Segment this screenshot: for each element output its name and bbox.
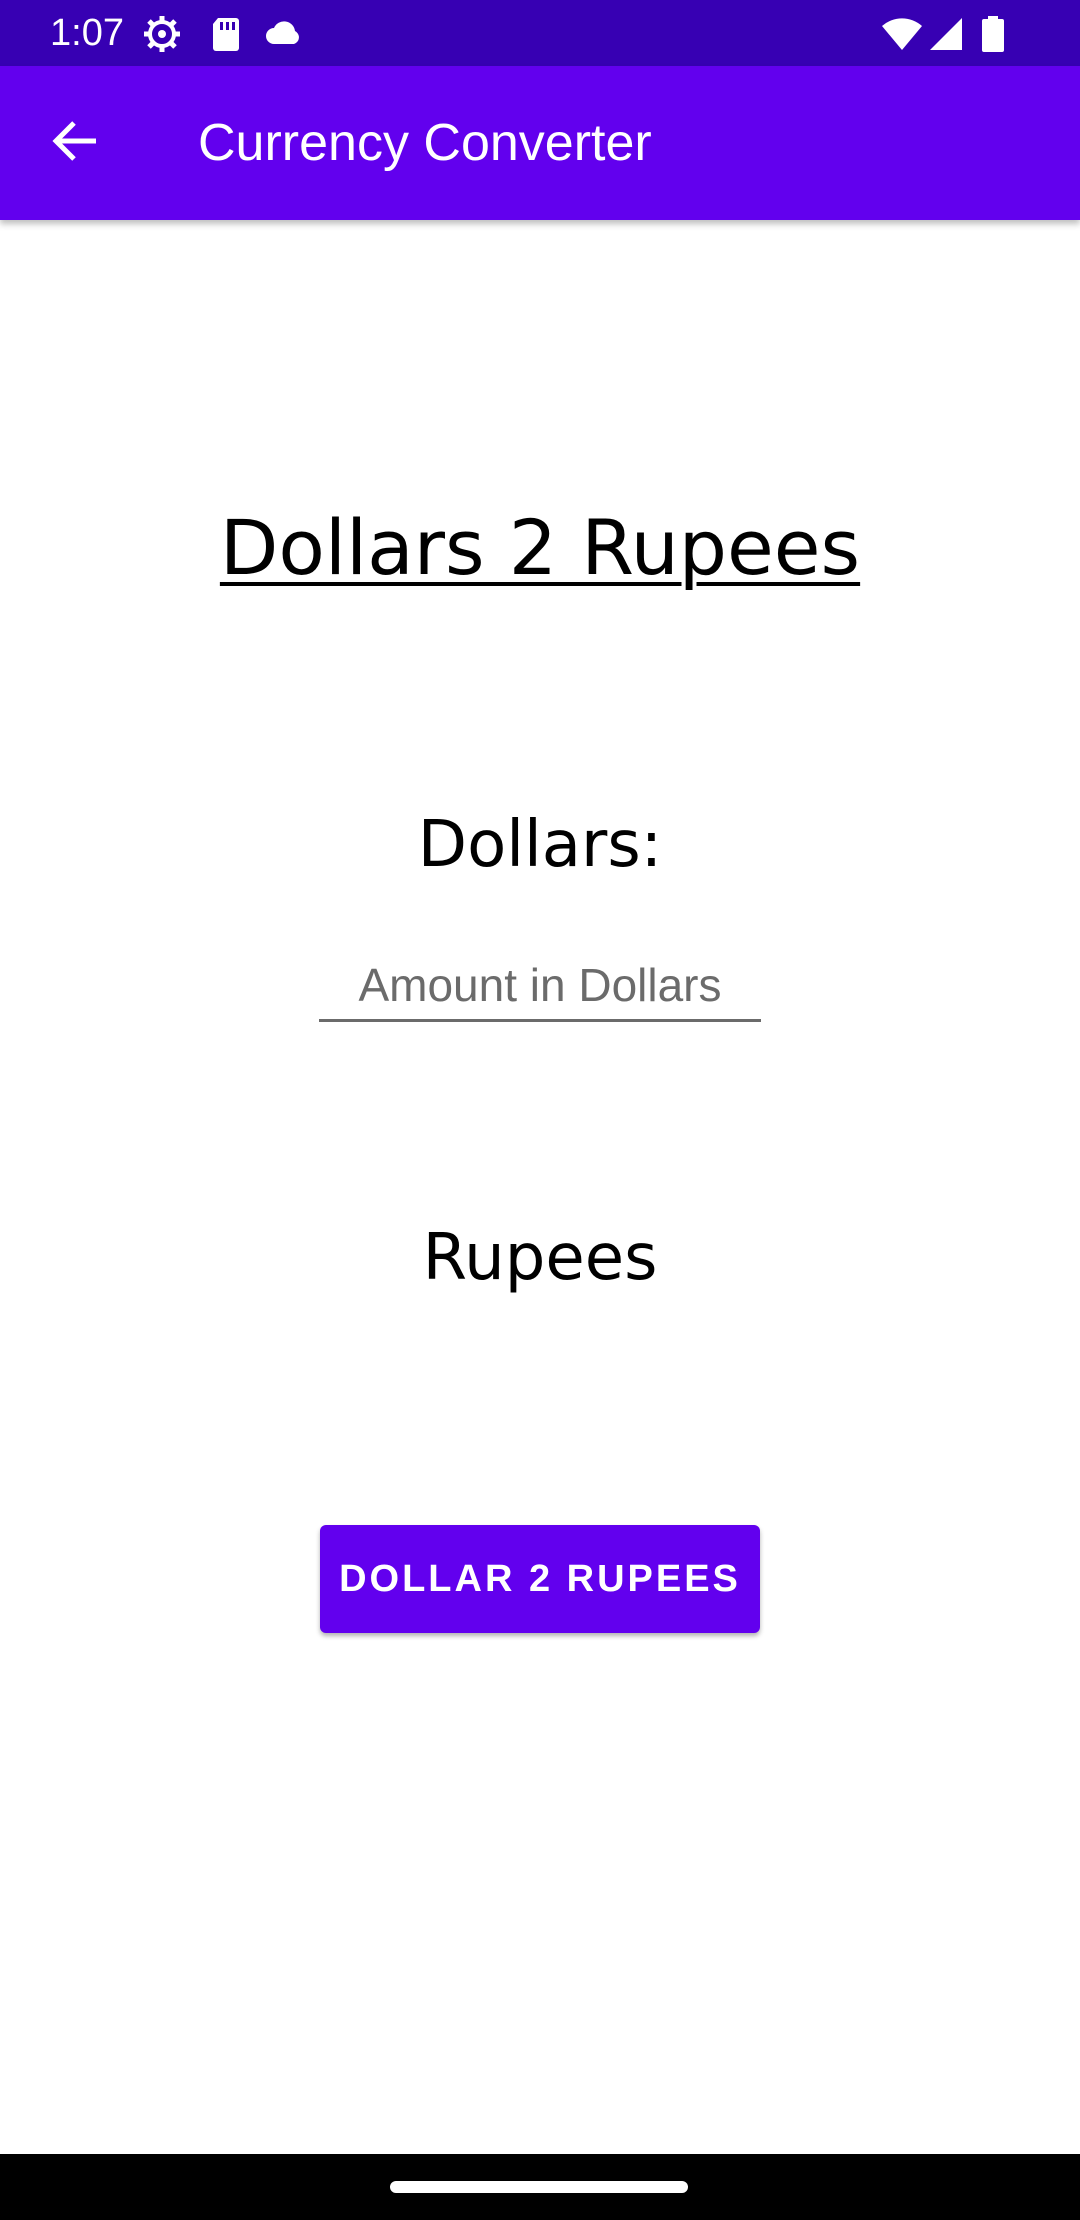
signal-icon	[926, 14, 966, 54]
dollars-label: Dollars:	[417, 808, 663, 882]
amount-in-dollars-input[interactable]	[319, 950, 761, 1022]
status-bar: 1:07	[0, 0, 1080, 66]
rupees-result-label: Rupees	[422, 1221, 658, 1295]
arrow-back-icon	[50, 115, 102, 171]
battery-icon	[978, 14, 1018, 54]
cloud-icon	[262, 14, 302, 54]
back-button[interactable]	[38, 105, 114, 181]
status-time: 1:07	[50, 12, 124, 54]
convert-button[interactable]: DOLLAR 2 RUPEES	[320, 1525, 760, 1633]
screen: 1:07 Currency Converter Dollars 2 Rupees…	[0, 0, 1080, 2220]
heading-text: Dollars 2 Rupees	[219, 503, 861, 592]
settings-icon	[142, 14, 182, 54]
app-title: Currency Converter	[198, 114, 652, 172]
home-gesture-bar[interactable]	[390, 2181, 688, 2193]
page-heading: Dollars 2 Rupees	[0, 500, 1080, 596]
sd-card-icon	[206, 14, 246, 54]
app-bar: Currency Converter	[0, 66, 1080, 220]
wifi-icon	[880, 14, 922, 54]
